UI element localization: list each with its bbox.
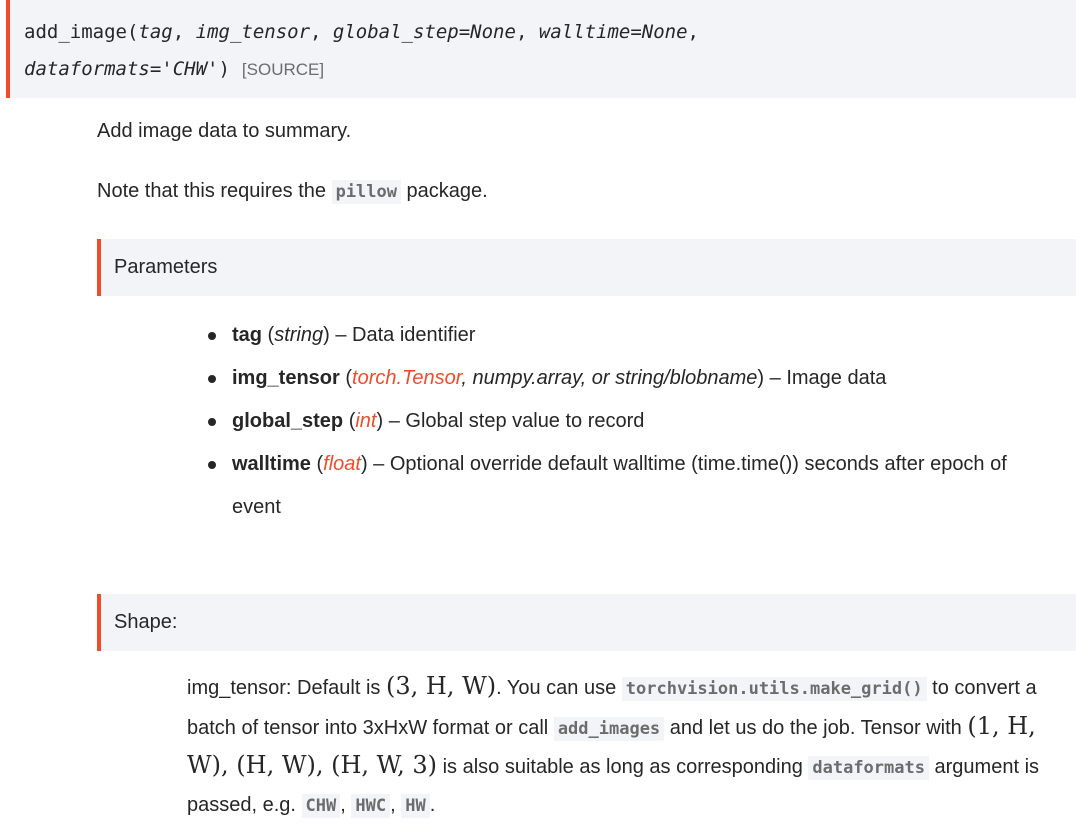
pillow-code: pillow xyxy=(331,180,401,204)
description-line-1: Add image data to summary. xyxy=(97,120,352,142)
function-name: add_image xyxy=(24,21,127,43)
float-link[interactable]: float xyxy=(323,453,361,475)
param-item-img-tensor: img_tensor (torch.Tensor, numpy.array, o… xyxy=(208,357,1052,400)
signature-line-1: add_image(tag, img_tensor, global_step=N… xyxy=(24,21,699,43)
param-img-tensor: img_tensor xyxy=(195,21,311,43)
parameters-heading: Parameters xyxy=(97,239,1076,296)
source-link[interactable]: [SOURCE] xyxy=(242,60,324,79)
make-grid-code: torchvision.utils.make_grid() xyxy=(621,677,927,701)
param-walltime: walltime=None xyxy=(538,21,688,43)
shape-description: img_tensor: Default is (3, H, W). You ca… xyxy=(187,672,1040,818)
shape-heading: Shape: xyxy=(97,594,1076,651)
function-signature: add_image(tag, img_tensor, global_step=N… xyxy=(6,0,1076,98)
dataformats-code: dataformats xyxy=(808,756,929,780)
param-item-tag: tag (string) – Data identifier xyxy=(208,314,1052,357)
chw-code: CHW xyxy=(301,793,341,818)
param-item-walltime: walltime (float) – Optional override def… xyxy=(208,443,1052,529)
hw-code: HW xyxy=(401,793,430,818)
param-tag: tag xyxy=(138,21,173,43)
hwc-code: HWC xyxy=(351,793,391,818)
description-line-2: Note that this requires the pillow packa… xyxy=(97,180,488,204)
param-item-global-step: global_step (int) – Global step value to… xyxy=(208,400,1052,443)
param-dataformats: dataformats='CHW' xyxy=(24,58,219,80)
param-global-step: global_step=None xyxy=(332,21,516,43)
parameters-list: tag (string) – Data identifier img_tenso… xyxy=(208,314,1052,529)
torch-tensor-link[interactable]: torch.Tensor xyxy=(352,367,461,389)
signature-line-2: dataformats='CHW') [SOURCE] xyxy=(24,58,325,80)
add-images-code: add_images xyxy=(553,716,665,741)
int-link[interactable]: int xyxy=(355,410,376,432)
math-shape-default: (3, H, W) xyxy=(385,672,497,700)
